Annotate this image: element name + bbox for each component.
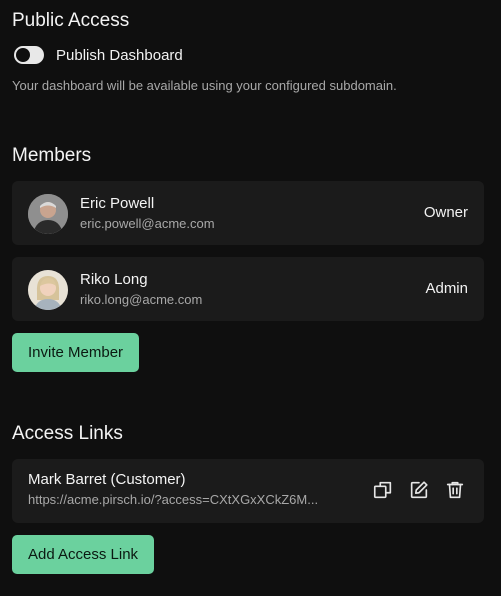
member-email: riko.long@acme.com: [80, 292, 203, 307]
members-title: Members: [12, 145, 92, 166]
publish-dashboard-label: Publish Dashboard: [56, 46, 183, 64]
invite-member-button[interactable]: Invite Member: [12, 333, 140, 372]
publish-dashboard-toggle[interactable]: [14, 46, 44, 64]
public-access-hint: Your dashboard will be available using y…: [12, 78, 397, 93]
access-links-title: Access Links: [12, 423, 123, 444]
member-name: Eric Powell: [80, 195, 155, 212]
trash-icon[interactable]: [444, 479, 466, 501]
access-link-card: Mark Barret (Customer) https://acme.pirs…: [12, 459, 484, 523]
member-email: eric.powell@acme.com: [80, 216, 215, 231]
member-role[interactable]: Owner: [424, 204, 468, 221]
avatar: [28, 270, 68, 310]
publish-dashboard-row: Publish Dashboard: [14, 46, 183, 64]
member-name: Riko Long: [80, 271, 148, 288]
avatar-riko-image: [28, 270, 68, 310]
public-access-title: Public Access: [12, 10, 130, 31]
access-link-name: Mark Barret (Customer): [28, 471, 186, 488]
member-role[interactable]: Admin: [425, 280, 468, 297]
avatar: [28, 194, 68, 234]
toggle-knob: [16, 48, 30, 62]
access-link-url: https://acme.pirsch.io/?access=CXtXGxXCk…: [28, 492, 319, 507]
copy-icon[interactable]: [372, 479, 394, 501]
edit-icon[interactable]: [408, 479, 430, 501]
member-card: Eric Powell eric.powell@acme.com Owner: [12, 181, 484, 245]
member-card: Riko Long riko.long@acme.com Admin: [12, 257, 484, 321]
avatar-eric-image: [28, 194, 68, 234]
add-access-link-button[interactable]: Add Access Link: [12, 535, 155, 574]
